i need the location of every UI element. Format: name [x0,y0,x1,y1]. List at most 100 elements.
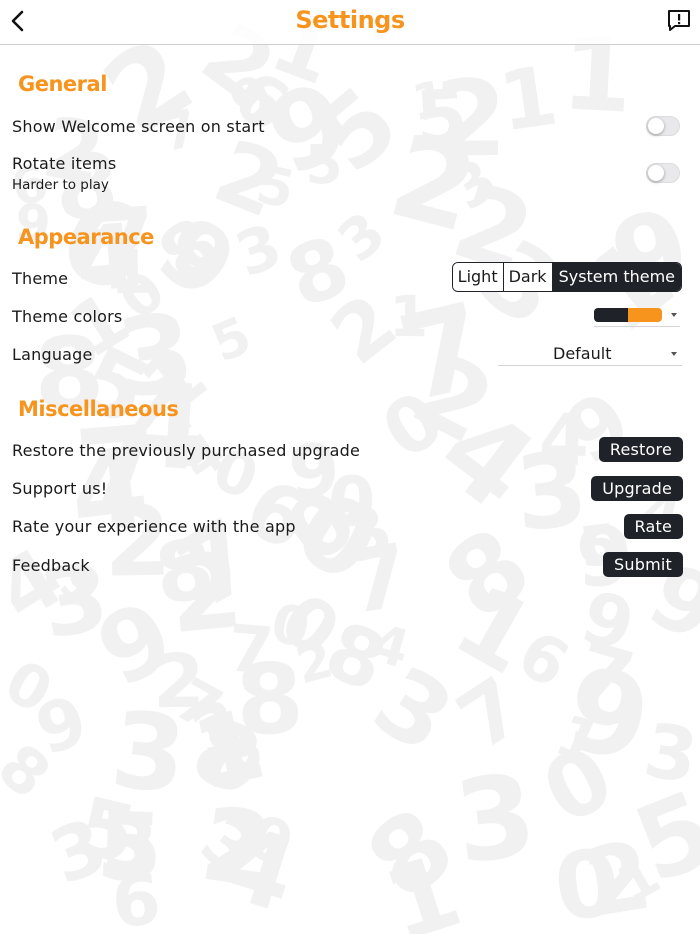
background-digit: 2 [576,821,660,934]
background-digit: 2 [314,276,413,383]
theme-option-light[interactable]: Light [452,263,504,291]
background-digit: 9 [27,680,97,771]
theme-label: Theme [12,269,69,288]
background-digit: 3 [326,200,398,276]
background-digit: 1 [183,687,275,813]
navigation-bar: Settings [0,0,700,45]
background-digit: 5 [413,72,471,163]
caret-down-icon [671,313,677,317]
background-digit: 9 [572,574,644,669]
background-digit: 2 [201,119,297,238]
background-digit: 3 [106,688,192,818]
background-digit: 4 [0,530,81,642]
background-digit: 1 [493,48,563,151]
background-digit: 3 [226,210,291,291]
background-digit: 5 [203,305,260,375]
background-digit: 0 [366,374,459,477]
background-digit: 0 [186,716,279,814]
background-digit: 9 [250,57,368,201]
background-digit: 2 [152,638,206,725]
background-digit: 6 [505,615,581,702]
show-welcome-toggle[interactable] [646,116,680,136]
background-digit: 1 [606,843,671,917]
background-digit: 8 [149,519,220,624]
background-digit: 9 [80,578,191,709]
feedback-label: Feedback [12,556,90,575]
message-exclamation-icon [668,10,690,31]
background-digit: 3 [330,489,405,580]
background-digit: 1 [109,237,154,308]
caret-down-icon [671,352,677,356]
background-digit: 3 [638,706,700,801]
section-header-general: General [18,72,107,96]
rotate-items-toggle[interactable] [646,163,680,183]
background-digit: 0 [326,461,377,543]
background-digit: 0 [275,468,399,607]
toggle-knob [648,165,664,181]
background-digit: 0 [265,577,356,674]
background-digit: 5 [304,132,344,197]
background-digit: 8 [179,697,274,817]
background-digit: 4 [120,356,211,498]
background-digit: 9 [555,641,661,789]
background-digit: 3 [354,644,472,775]
submit-button[interactable]: Submit [603,552,683,577]
background-digit: 5 [250,153,300,222]
section-header-miscellaneous: Miscellaneous [18,397,179,421]
background-digit: 6 [228,460,327,570]
upgrade-button[interactable]: Upgrade [591,476,683,501]
background-digit: 3 [187,799,272,892]
theme-colors-label: Theme colors [12,307,123,326]
background-digit: 6 [109,859,164,934]
background-digit: 5 [296,65,420,195]
background-digit: 2 [193,785,281,913]
color-swatch [594,308,662,322]
background-digit: 8 [346,785,477,924]
background-digit: 7 [387,276,499,429]
toggle-knob [648,118,664,134]
background-digit: 3 [448,749,543,890]
background-digit: 5 [69,779,145,883]
background-digit: 0 [266,591,316,661]
page-title: Settings [295,6,405,34]
theme-option-dark[interactable]: Dark [503,263,553,291]
color-swatch-accent [628,308,662,322]
background-digit: 4 [415,383,559,536]
background-digit: 8 [233,641,307,758]
background-digit: 3 [511,430,593,555]
background-digit: 2 [162,529,248,658]
theme-colors-dropdown[interactable] [594,306,680,327]
background-digit: 3 [438,145,509,224]
theme-option-system[interactable]: System theme [552,263,681,291]
restore-button[interactable]: Restore [598,437,683,462]
background-digit: 4 [538,397,591,483]
rate-label: Rate your experience with the app [12,517,296,536]
background-digit: 4 [207,801,310,934]
section-header-appearance: Appearance [18,225,154,249]
language-dropdown[interactable]: Default [498,343,682,366]
background-digit: 8 [274,218,362,328]
background-digit: 9 [548,373,649,485]
background-digit: 7 [565,625,644,728]
rate-button[interactable]: Rate [623,514,683,539]
rotate-items-label: Rotate items [12,154,117,173]
background-digit: 9 [598,184,700,324]
restore-label: Restore the previously purchased upgrade [12,441,361,460]
language-value: Default [553,344,612,363]
theme-segmented-control: Light Dark System theme [451,262,682,292]
background-digit: 7 [441,659,539,768]
language-label: Language [12,345,93,364]
background-digit: 1 [436,563,554,698]
background-digit: 7 [340,524,417,635]
background-digit: 0 [0,646,65,727]
background-number-pattern: 4522146238709879530911204311460654894389… [0,0,700,934]
background-digit: 0 [238,800,303,881]
background-digit: 5 [94,791,165,905]
feedback-button[interactable] [666,8,692,34]
background-digit: 0 [527,725,630,845]
background-digit: 0 [547,827,626,934]
background-digit: 8 [424,505,553,644]
support-label: Support us! [12,479,108,498]
background-digit: 2 [290,630,339,696]
background-digit: 3 [179,683,257,774]
